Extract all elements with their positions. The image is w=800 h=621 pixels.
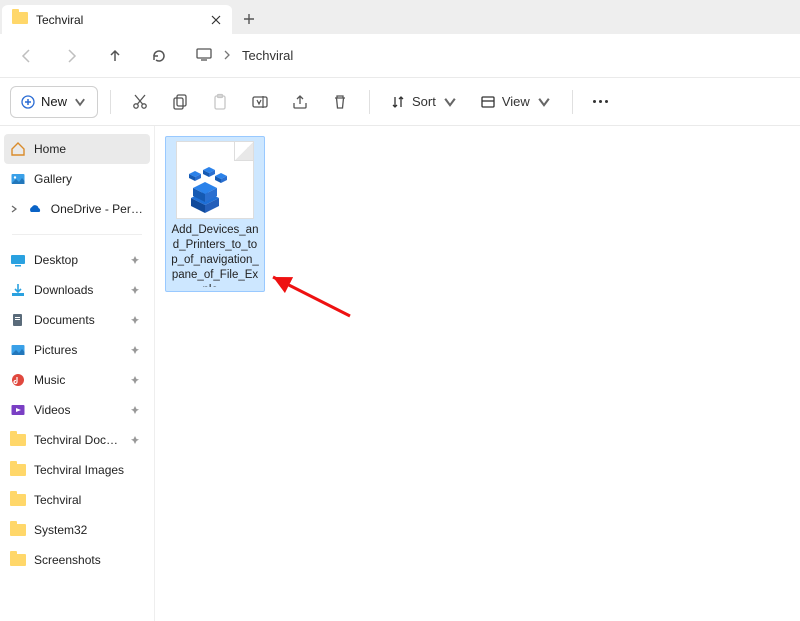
paste-button[interactable] [203, 85, 237, 119]
pin-icon [130, 345, 144, 355]
sidebar-item-pictures[interactable]: Pictures [0, 335, 154, 365]
pin-icon [130, 315, 144, 325]
separator [572, 90, 573, 114]
music-icon [10, 372, 26, 388]
tab-title: Techviral [36, 13, 198, 27]
view-button[interactable]: View [472, 86, 560, 118]
share-button[interactable] [283, 85, 317, 119]
home-icon [10, 141, 26, 157]
pin-icon [130, 255, 144, 265]
sidebar-item-label: Documents [34, 313, 95, 327]
documents-icon [10, 312, 26, 328]
address-bar[interactable]: Techviral [186, 40, 790, 72]
separator [110, 90, 111, 114]
sidebar-item-folder[interactable]: System32 [0, 515, 154, 545]
back-button[interactable] [10, 39, 44, 73]
downloads-icon [10, 282, 26, 298]
tab-active[interactable]: Techviral [2, 4, 232, 34]
pictures-icon [10, 342, 26, 358]
new-button[interactable]: New [10, 86, 98, 118]
sidebar-item-label: Videos [34, 403, 70, 417]
folder-icon [10, 552, 26, 568]
gallery-icon [10, 171, 26, 187]
expand-chevron-icon[interactable] [10, 205, 19, 213]
sidebar-item-label: Screenshots [34, 553, 101, 567]
desktop-icon [10, 252, 26, 268]
sidebar-item-label: Pictures [34, 343, 77, 357]
chevron-down-icon [442, 94, 458, 110]
new-button-label: New [41, 94, 67, 109]
file-list[interactable]: Add_Devices_and_Printers_to_top_of_navig… [155, 126, 800, 621]
breadcrumb-current[interactable]: Techviral [242, 48, 293, 63]
forward-button[interactable] [54, 39, 88, 73]
folder-icon [10, 492, 26, 508]
sidebar-item-music[interactable]: Music [0, 365, 154, 395]
folder-icon [12, 12, 28, 28]
reg-file-icon [176, 141, 254, 219]
view-label: View [502, 94, 530, 109]
nav-bar: Techviral [0, 34, 800, 78]
chevron-right-icon [222, 49, 232, 63]
pin-icon [130, 435, 144, 445]
more-button[interactable] [585, 100, 616, 103]
command-bar: New Sort View [0, 78, 800, 126]
sidebar-item-folder[interactable]: Techviral [0, 485, 154, 515]
sidebar-item-videos[interactable]: Videos [0, 395, 154, 425]
file-name: Add_Devices_and_Printers_to_top_of_navig… [170, 223, 260, 287]
sidebar-item-label: OneDrive - Persona [51, 202, 144, 216]
sidebar-item-downloads[interactable]: Downloads [0, 275, 154, 305]
rename-button[interactable] [243, 85, 277, 119]
sidebar-item-label: Downloads [34, 283, 93, 297]
sidebar-item-documents[interactable]: Documents [0, 305, 154, 335]
folder-icon [10, 432, 26, 448]
pin-icon [130, 375, 144, 385]
sidebar-item-gallery[interactable]: Gallery [0, 164, 154, 194]
sidebar-item-home[interactable]: Home [4, 134, 150, 164]
sidebar-item-label: Techviral [34, 493, 81, 507]
pc-icon [196, 46, 212, 65]
navigation-pane[interactable]: Home Gallery OneDrive - Persona Desktop [0, 126, 155, 621]
copy-button[interactable] [163, 85, 197, 119]
annotation-arrow [265, 271, 355, 321]
tab-close-button[interactable] [206, 10, 226, 30]
sidebar-item-label: Home [34, 142, 66, 156]
sort-label: Sort [412, 94, 436, 109]
sidebar-item-onedrive[interactable]: OneDrive - Persona [0, 194, 154, 224]
new-tab-button[interactable] [232, 4, 266, 34]
pin-icon [130, 285, 144, 295]
sort-button[interactable]: Sort [382, 86, 466, 118]
folder-icon [10, 462, 26, 478]
sidebar-item-folder[interactable]: Techviral Images [0, 455, 154, 485]
sidebar-item-label: Music [34, 373, 65, 387]
videos-icon [10, 402, 26, 418]
pin-icon [130, 405, 144, 415]
sidebar-item-label: Techviral Images [34, 463, 124, 477]
sidebar-item-label: Desktop [34, 253, 78, 267]
file-item-selected[interactable]: Add_Devices_and_Printers_to_top_of_navig… [165, 136, 265, 292]
folder-icon [10, 522, 26, 538]
sidebar-item-folder[interactable]: Techviral Docum [0, 425, 154, 455]
tab-strip: Techviral [0, 0, 800, 34]
cut-button[interactable] [123, 85, 157, 119]
separator [12, 234, 142, 235]
sidebar-item-folder[interactable]: Screenshots [0, 545, 154, 575]
chevron-down-icon [73, 95, 87, 109]
sidebar-item-label: Techviral Docum [34, 433, 122, 447]
up-button[interactable] [98, 39, 132, 73]
onedrive-icon [27, 201, 43, 217]
refresh-button[interactable] [142, 39, 176, 73]
sidebar-item-desktop[interactable]: Desktop [0, 245, 154, 275]
sidebar-item-label: System32 [34, 523, 87, 537]
separator [369, 90, 370, 114]
chevron-down-icon [536, 94, 552, 110]
sidebar-item-label: Gallery [34, 172, 72, 186]
delete-button[interactable] [323, 85, 357, 119]
main-area: Home Gallery OneDrive - Persona Desktop [0, 126, 800, 621]
